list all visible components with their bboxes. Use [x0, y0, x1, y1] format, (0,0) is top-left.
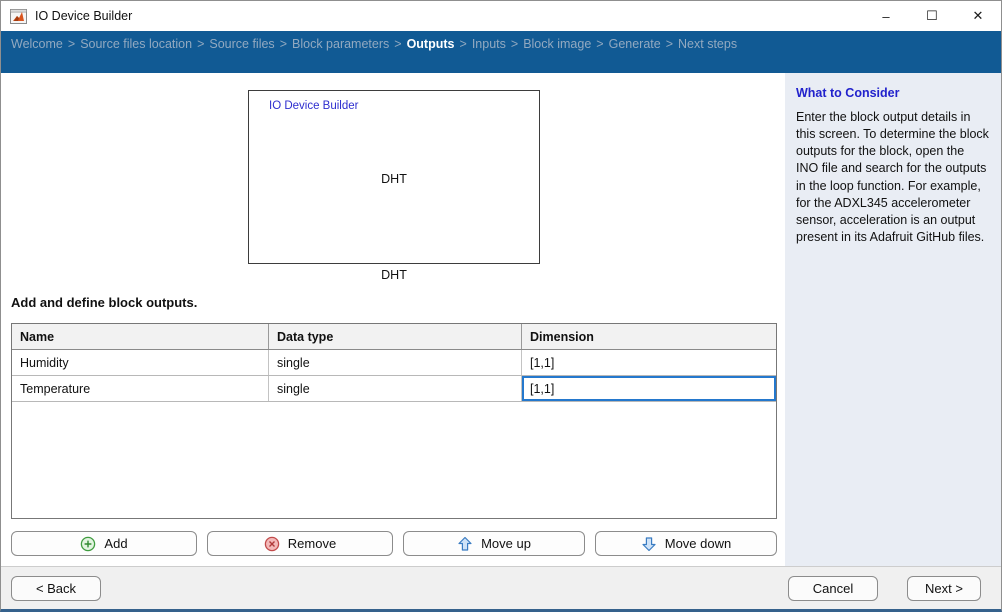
cell-humidity-data-type[interactable]: single	[269, 350, 522, 375]
breadcrumb-item-welcome[interactable]: Welcome	[11, 37, 63, 51]
cancel-button[interactable]: Cancel	[788, 576, 878, 601]
content-area: IO Device Builder DHT DHT Add and define…	[1, 73, 1001, 566]
outputs-table-header: Name Data type Dimension	[12, 324, 776, 350]
breadcrumb-item-next-steps[interactable]: Next steps	[678, 37, 737, 51]
table-action-buttons: Add Remove Move up	[11, 531, 777, 556]
add-button-label: Add	[104, 536, 127, 551]
move-up-button[interactable]: Move up	[403, 531, 585, 556]
outputs-table: Name Data type Dimension Humidity single…	[11, 323, 777, 519]
next-button[interactable]: Next >	[907, 576, 981, 601]
cell-temperature-data-type[interactable]: single	[269, 376, 522, 401]
breadcrumb-item-inputs[interactable]: Inputs	[472, 37, 506, 51]
window-controls: – ☐ ✕	[863, 1, 1001, 31]
cell-temperature-dimension-selected[interactable]: [1,1]	[522, 376, 776, 401]
help-sidebar: What to Consider Enter the block output …	[785, 73, 1001, 566]
maximize-button[interactable]: ☐	[909, 1, 955, 31]
breadcrumb: Welcome > Source files location > Source fil…	[1, 31, 1001, 73]
breadcrumb-separator: >	[197, 37, 204, 51]
move-down-button-label: Move down	[665, 536, 731, 551]
table-row-humidity: Humidity single [1,1]	[12, 350, 776, 376]
breadcrumb-item-source-files-location[interactable]: Source files location	[80, 37, 192, 51]
cell-humidity-dimension[interactable]: [1,1]	[522, 350, 776, 375]
add-button[interactable]: Add	[11, 531, 197, 556]
breadcrumb-separator: >	[460, 37, 467, 51]
breadcrumb-item-outputs-current[interactable]: Outputs	[407, 37, 455, 51]
back-button[interactable]: < Back	[11, 576, 101, 601]
breadcrumb-separator: >	[666, 37, 673, 51]
move-down-button[interactable]: Move down	[595, 531, 777, 556]
io-device-builder-window: IO Device Builder – ☐ ✕ Welcome > Source f…	[0, 0, 1002, 612]
breadcrumb-separator: >	[68, 37, 75, 51]
move-up-arrow-icon	[457, 536, 473, 552]
breadcrumb-item-block-image[interactable]: Block image	[523, 37, 591, 51]
cell-humidity-name[interactable]: Humidity	[12, 350, 269, 375]
block-preview-image: IO Device Builder DHT	[248, 90, 540, 264]
move-up-button-label: Move up	[481, 536, 531, 551]
window-title: IO Device Builder	[35, 9, 132, 23]
remove-button-label: Remove	[288, 536, 336, 551]
column-header-name[interactable]: Name	[12, 324, 269, 349]
breadcrumb-separator: >	[511, 37, 518, 51]
close-button[interactable]: ✕	[955, 1, 1001, 31]
breadcrumb-item-generate[interactable]: Generate	[609, 37, 661, 51]
move-down-arrow-icon	[641, 536, 657, 552]
column-header-dimension[interactable]: Dimension	[522, 324, 776, 349]
breadcrumb-item-block-parameters[interactable]: Block parameters	[292, 37, 389, 51]
breadcrumb-separator: >	[596, 37, 603, 51]
sidebar-heading: What to Consider	[796, 86, 989, 100]
block-preview-caption: DHT	[248, 268, 540, 282]
breadcrumb-separator: >	[394, 37, 401, 51]
outputs-section-heading: Add and define block outputs.	[11, 295, 197, 310]
breadcrumb-separator: >	[280, 37, 287, 51]
minimize-button[interactable]: –	[863, 1, 909, 31]
block-preview-center-text: DHT	[249, 172, 539, 186]
remove-button[interactable]: Remove	[207, 531, 393, 556]
column-header-data-type[interactable]: Data type	[269, 324, 522, 349]
block-preview-title: IO Device Builder	[269, 100, 358, 112]
footer-bar: < Back Cancel Next >	[1, 566, 1001, 610]
remove-icon	[264, 536, 280, 552]
main-panel: IO Device Builder DHT DHT Add and define…	[1, 73, 785, 566]
table-row-temperature: Temperature single [1,1]	[12, 376, 776, 402]
breadcrumb-item-source-files[interactable]: Source files	[209, 37, 274, 51]
cell-temperature-name[interactable]: Temperature	[12, 376, 269, 401]
matlab-app-icon	[10, 9, 27, 24]
titlebar: IO Device Builder – ☐ ✕	[1, 1, 1001, 31]
sidebar-help-text: Enter the block output details in this s…	[796, 109, 989, 246]
add-icon	[80, 536, 96, 552]
